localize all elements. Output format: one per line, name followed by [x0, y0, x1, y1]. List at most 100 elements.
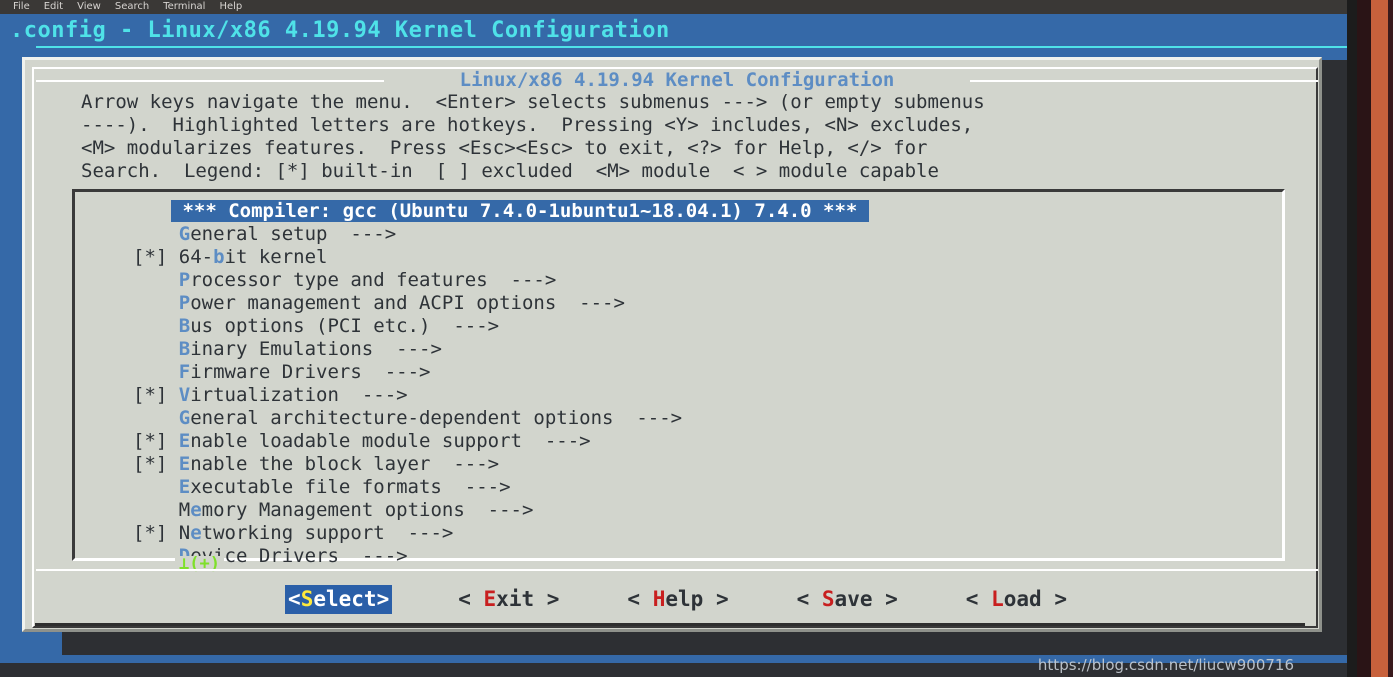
menu-item[interactable]: [*] Enable the block layer ---> — [133, 453, 1233, 476]
button-label: elp — [665, 587, 704, 611]
menu-item-hotkey: B — [178, 315, 191, 337]
menu-item[interactable]: Processor type and features ---> — [133, 269, 1233, 292]
menu-item-hotkey: B — [178, 338, 191, 360]
submenu-arrow-icon: ---> — [430, 453, 500, 475]
menu-item-marker — [133, 499, 179, 521]
menu-item-label: irmware Drivers — [190, 361, 362, 383]
menuconfig-dialog: Linux/x86 4.19.94 Kernel Configuration A… — [22, 57, 1322, 632]
submenu-arrow-icon: ---> — [338, 545, 408, 567]
menu-item[interactable]: Binary Emulations ---> — [133, 338, 1233, 361]
menu-item-label: *** Compiler: gcc (Ubuntu 7.4.0-1ubuntu1… — [171, 200, 869, 222]
curses-title-bar: .config - Linux/x86 4.19.94 Kernel Confi… — [0, 14, 1347, 60]
menu-item-label: us options (PCI etc.) — [190, 315, 431, 337]
menu-item-marker — [133, 476, 179, 498]
button-bracket-open: < — [796, 587, 822, 611]
button-help[interactable]: < Help > — [625, 586, 730, 613]
terminal-menubar[interactable]: File Edit View Search Terminal Help — [0, 0, 1347, 14]
button-bracket-open: < — [288, 587, 301, 611]
button-bracket-close: > — [872, 587, 898, 611]
menubar-item-edit[interactable]: Edit — [37, 0, 70, 14]
submenu-arrow-icon: ---> — [613, 407, 683, 429]
menubar-item-terminal[interactable]: Terminal — [156, 0, 212, 14]
dialog-inner-frame: Linux/x86 4.19.94 Kernel Configuration A… — [32, 67, 1318, 628]
button-bracket-open: < — [965, 587, 992, 611]
button-bracket-close: > — [1041, 587, 1067, 611]
dialog-title: Linux/x86 4.19.94 Kernel Configuration — [459, 69, 895, 91]
menu-item-label: inary Emulations — [190, 338, 374, 360]
menu-item[interactable]: Firmware Drivers ---> — [133, 361, 1233, 384]
button-load[interactable]: < Load > — [964, 586, 1069, 613]
menubar-item-view[interactable]: View — [70, 0, 108, 14]
menu-item-hotkey: e — [190, 522, 202, 544]
menu-item[interactable]: Power management and ACPI options ---> — [133, 292, 1233, 315]
menu-item-label: tworking support — [201, 522, 385, 544]
button-label: elect — [313, 587, 377, 611]
dialog-bottom-shadow — [35, 623, 1305, 626]
button-bracket-open: < — [627, 587, 653, 611]
menu-item-marker: [*] — [133, 522, 179, 544]
menu-item-hotkey: P — [178, 269, 191, 291]
menu-item-hotkey: V — [178, 384, 191, 406]
menu-item-marker — [133, 269, 179, 291]
menu-item-hotkey: E — [178, 453, 191, 475]
menu-item-marker — [133, 338, 179, 360]
menu-item[interactable]: Bus options (PCI etc.) ---> — [133, 315, 1233, 338]
menu-item-selected[interactable]: *** Compiler: gcc (Ubuntu 7.4.0-1ubuntu1… — [133, 200, 1233, 223]
button-hotkey: S — [821, 587, 835, 611]
desktop-accent-edge — [1388, 0, 1393, 677]
button-exit[interactable]: < Exit > — [456, 586, 561, 613]
button-bracket-close: > — [376, 587, 390, 611]
menubar-item-help[interactable]: Help — [212, 0, 249, 14]
menu-item-label: irtualization — [190, 384, 339, 406]
menu-item-label-pre: N — [178, 522, 191, 544]
button-bar-separator — [36, 569, 1318, 571]
menu-item[interactable]: [*] Enable loadable module support ---> — [133, 430, 1233, 453]
menu-item-label: it kernel — [224, 246, 328, 268]
menu-list-box: *** Compiler: gcc (Ubuntu 7.4.0-1ubuntu1… — [72, 189, 1285, 573]
dialog-button-bar[interactable]: <Select> < Exit > < Help > < Save > < Load > — [34, 585, 1320, 614]
menubar-item-search[interactable]: Search — [108, 0, 156, 14]
menu-item-marker — [133, 407, 179, 429]
button-label: xit — [496, 587, 535, 611]
submenu-arrow-icon: ---> — [487, 269, 557, 291]
button-save[interactable]: < Save > — [795, 586, 900, 613]
menu-item[interactable]: [*] Virtualization ---> — [133, 384, 1233, 407]
button-bracket-close: > — [534, 587, 560, 611]
menu-list[interactable]: *** Compiler: gcc (Ubuntu 7.4.0-1ubuntu1… — [133, 200, 1233, 568]
menu-item-hotkey: b — [213, 246, 225, 268]
menu-item[interactable]: [*] Networking support ---> — [133, 522, 1233, 545]
button-select[interactable]: <Select> — [285, 585, 393, 614]
menu-item[interactable]: Executable file formats ---> — [133, 476, 1233, 499]
menu-item[interactable]: [*] 64-bit kernel — [133, 246, 1233, 269]
menu-item[interactable]: General setup ---> — [133, 223, 1233, 246]
button-hotkey: E — [483, 587, 497, 611]
menu-item[interactable]: General architecture-dependent options -… — [133, 407, 1233, 430]
menu-item[interactable]: Device Drivers ---> — [133, 545, 1233, 568]
menu-item-hotkey: G — [178, 223, 191, 245]
submenu-arrow-icon: ---> — [361, 361, 431, 383]
menu-item-marker: [*] — [133, 384, 179, 406]
menu-item-hotkey: G — [178, 407, 191, 429]
submenu-arrow-icon: ---> — [441, 476, 511, 498]
menu-item-marker: [*] — [133, 430, 179, 452]
menu-item-marker: [*] — [133, 246, 179, 268]
menu-item-marker — [133, 315, 179, 337]
curses-title-rule — [36, 46, 1347, 48]
menubar-item-file[interactable]: File — [6, 0, 37, 14]
menu-item[interactable]: Memory Management options ---> — [133, 499, 1233, 522]
submenu-arrow-icon: ---> — [521, 430, 591, 452]
menu-item-hotkey: E — [178, 430, 191, 452]
menu-item-label: eneral setup — [190, 223, 328, 245]
button-bracket-close: > — [703, 587, 729, 611]
submenu-arrow-icon: ---> — [430, 315, 500, 337]
submenu-arrow-icon: ---> — [556, 292, 625, 314]
menu-item-label: nable the block layer — [190, 453, 431, 475]
button-hotkey: H — [652, 587, 666, 611]
menu-item-marker — [133, 361, 179, 383]
menu-item-label: mory Management options — [201, 499, 465, 521]
menu-item-label: nable loadable module support — [190, 430, 522, 452]
terminal-window: File Edit View Search Terminal Help .config -… — [0, 0, 1347, 677]
button-hotkey: S — [300, 587, 314, 611]
button-label: oad — [1003, 587, 1042, 611]
menu-item-hotkey: F — [178, 361, 191, 383]
